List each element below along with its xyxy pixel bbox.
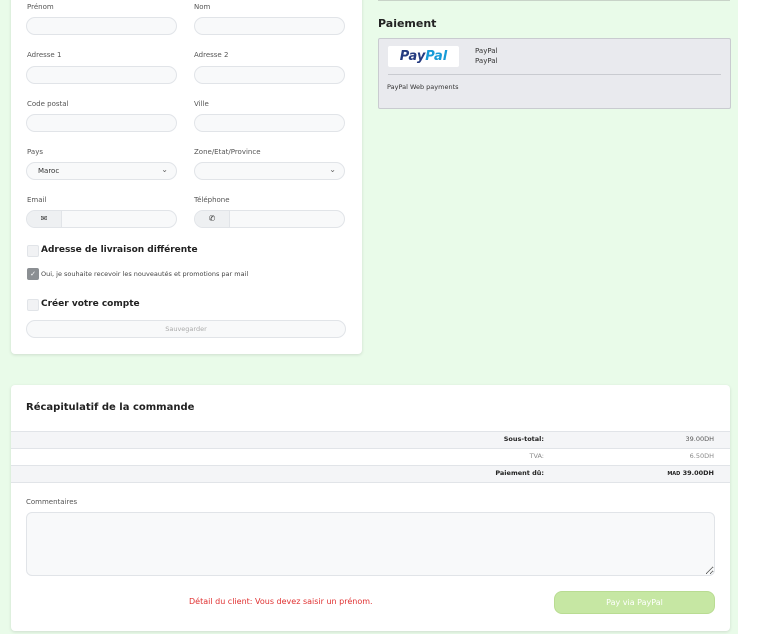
different-shipping-label: Adresse de livraison différente [41,245,198,255]
summary-title: Récapitulatif de la commande [26,402,195,413]
envelope-icon: ✉ [27,211,62,227]
country-label: Pays [27,148,43,156]
phone-label: Téléphone [194,196,230,204]
payment-method-subname: PayPal [475,57,498,65]
phone-field[interactable]: ✆ [194,210,345,228]
lastname-input[interactable] [194,17,345,35]
page-edge [738,0,768,634]
error-message: Détail du client: Vous devez saisir un p… [189,597,373,606]
chevron-down-icon: ⌄ [329,165,336,174]
zone-select[interactable]: ⌄ [194,162,345,180]
comments-textarea[interactable] [26,512,715,576]
address2-input[interactable] [194,66,345,84]
paypal-logo: PayPal [388,46,459,67]
subtotal-value: 39.00DH [685,435,714,443]
subtotal-label: Sous-total: [503,435,544,443]
summary-row-total: Paiement dû: MAD 39.00DH [11,465,730,483]
newsletter-checkbox[interactable]: ✓ [27,268,39,280]
firstname-input[interactable] [26,17,177,35]
firstname-label: Prénom [27,3,54,11]
chevron-down-icon: ⌄ [161,165,168,174]
city-input[interactable] [194,114,345,132]
create-account-label: Créer votre compte [41,299,140,309]
divider [378,0,730,1]
email-label: Email [27,196,47,204]
postcode-input[interactable] [26,114,177,132]
divider [388,74,721,75]
postcode-label: Code postal [27,100,69,108]
payment-method-description: PayPal Web payments [387,83,459,91]
pay-via-paypal-button[interactable]: Pay via PayPal [554,591,715,614]
lastname-label: Nom [194,3,211,11]
country-value: Maroc [38,167,60,175]
total-label: Paiement dû: [495,469,544,477]
zone-label: Zone/Etat/Province [194,148,261,156]
newsletter-label: Oui, je souhaite recevoir les nouveautés… [41,270,249,278]
customer-form-card: Prénom Nom Adresse 1 Adresse 2 Code post… [11,0,362,354]
payment-title: Paiement [378,17,437,30]
payment-method-paypal[interactable]: PayPal PayPal PayPal PayPal Web payments [378,38,731,109]
summary-row-subtotal: Sous-total: 39.00DH [11,431,730,448]
comments-label: Commentaires [26,498,78,506]
total-value: MAD 39.00DH [667,469,714,477]
email-field[interactable]: ✉ [26,210,177,228]
tax-value: 6.50DH [689,452,714,460]
create-account-checkbox[interactable] [27,299,39,311]
save-button[interactable]: Sauvegarder [26,320,346,338]
payment-method-name: PayPal [475,47,498,55]
address1-label: Adresse 1 [27,51,62,59]
order-summary-card: Récapitulatif de la commande Sous-total:… [11,385,730,631]
country-select[interactable]: Maroc ⌄ [26,162,177,180]
different-shipping-checkbox[interactable] [27,245,39,257]
address1-input[interactable] [26,66,177,84]
city-label: Ville [194,100,209,108]
address2-label: Adresse 2 [194,51,229,59]
tax-label: TVA: [529,452,544,460]
summary-row-tax: TVA: 6.50DH [11,448,730,465]
phone-icon: ✆ [195,211,230,227]
